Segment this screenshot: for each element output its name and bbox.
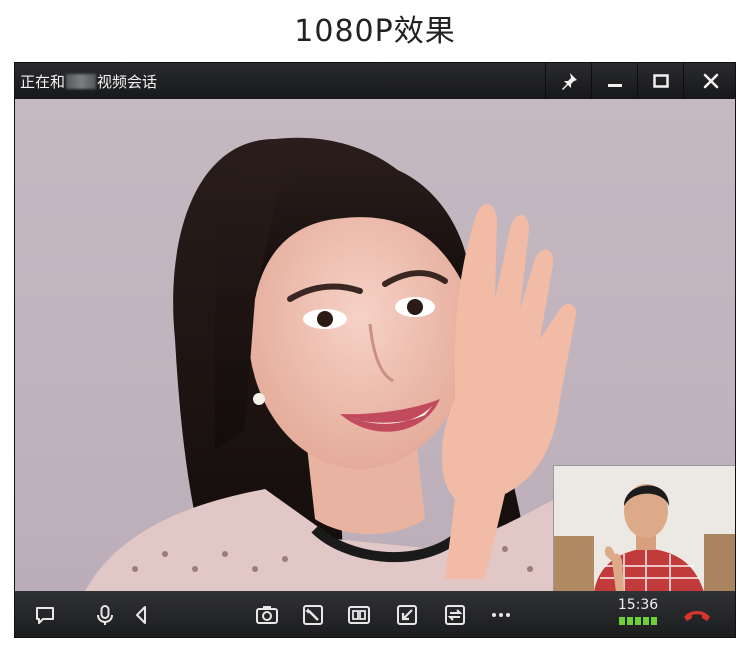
close-button[interactable] [683,63,735,99]
signal-bar [651,617,657,625]
dual-view-icon [348,606,370,624]
pin-button[interactable] [545,63,591,99]
minimize-window-icon [397,605,417,625]
hang-up-button[interactable] [677,601,717,629]
pin-icon [561,73,577,90]
call-duration: 15:36 [617,597,659,613]
window-title: 正在和 视频会话 [20,71,157,92]
speaker-button[interactable] [127,601,155,629]
hang-up-icon [684,611,710,621]
local-person-image [554,466,735,591]
chat-bubble-icon [36,607,54,624]
switch-camera-button[interactable] [441,601,469,629]
call-toolbar: 15:36 [15,591,735,637]
effects-button[interactable] [299,601,327,629]
remote-video [15,99,735,591]
chat-button[interactable] [31,601,59,629]
close-icon [703,73,718,89]
window-title-suffix: 视频会话 [97,73,158,91]
signal-bar [643,617,649,625]
local-video-preview[interactable] [553,465,735,591]
signal-bar [627,617,633,625]
camera-icon [256,606,278,624]
layout-button[interactable] [345,601,373,629]
microphone-icon [97,605,113,625]
screenshot-button[interactable] [253,601,281,629]
more-icon [492,613,510,617]
mini-window-button[interactable] [393,601,421,629]
more-button[interactable] [487,601,515,629]
minimize-icon [607,84,622,87]
switch-camera-icon [445,605,465,625]
maximize-icon [652,74,669,88]
signal-strength [619,617,657,625]
signal-bar [635,617,641,625]
microphone-button[interactable] [91,601,119,629]
title-bar: 正在和 视频会话 [15,63,735,99]
window-title-prefix: 正在和 [20,73,66,91]
speaker-icon [136,606,146,624]
video-call-window: 正在和 视频会话 15:36 [14,62,736,638]
minimize-button[interactable] [591,63,637,99]
blurred-contact-name [66,74,97,89]
page-heading: 1080P效果 [294,14,456,49]
magic-effect-icon [303,605,323,625]
maximize-button[interactable] [637,63,683,99]
signal-bar [619,617,625,625]
